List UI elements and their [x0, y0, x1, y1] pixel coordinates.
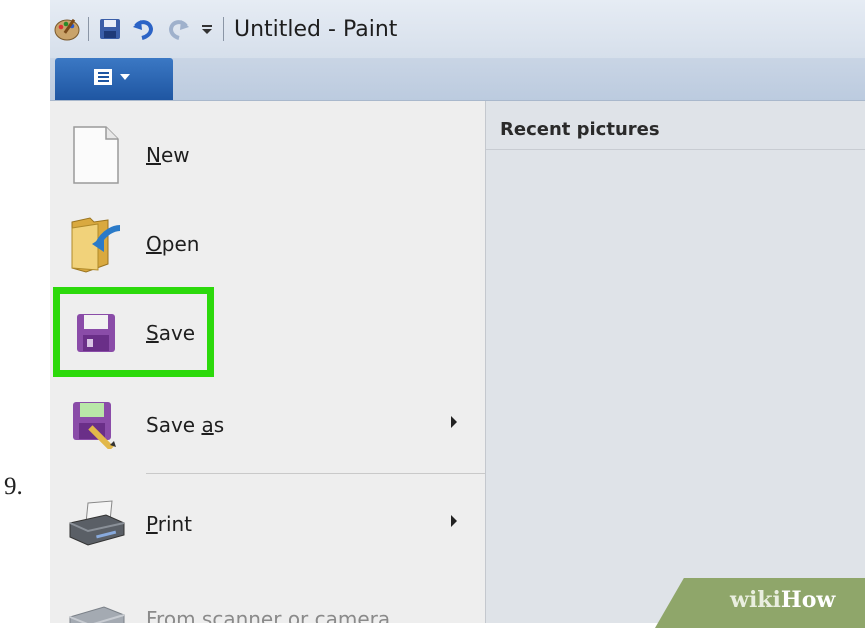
redo-icon[interactable]	[161, 12, 195, 46]
menu-item-label: Print	[146, 512, 193, 536]
ribbon-tab-strip	[50, 58, 865, 101]
recent-pictures-panel: Recent pictures	[486, 101, 865, 623]
printer-icon	[66, 494, 126, 554]
menu-item-open[interactable]: Open	[50, 204, 485, 284]
paint-window: Untitled - Paint New Open Save Save as P…	[50, 0, 865, 623]
recent-pictures-title: Recent pictures	[500, 119, 660, 140]
save-highlight-box	[53, 287, 214, 377]
title-bar: Untitled - Paint	[50, 0, 865, 58]
watermark-logo: wikiHow	[730, 587, 836, 613]
undo-icon[interactable]	[127, 12, 161, 46]
menu-item-label: From scanner or camera	[146, 607, 391, 623]
save-icon[interactable]	[93, 12, 127, 46]
quick-access-toolbar: Untitled - Paint	[50, 12, 397, 46]
submenu-arrow-icon	[451, 416, 457, 428]
menu-item-print[interactable]: Print	[50, 484, 485, 564]
recent-divider	[486, 149, 865, 150]
menu-item-new[interactable]: New	[50, 115, 485, 195]
save-as-icon	[66, 395, 126, 455]
scanner-icon	[66, 589, 126, 623]
window-title: Untitled - Paint	[234, 16, 398, 42]
menu-item-label: Save as	[146, 413, 225, 437]
toolbar-separator	[223, 17, 224, 41]
toolbar-separator	[88, 17, 89, 41]
app-menu-icon	[92, 67, 136, 92]
submenu-arrow-icon	[451, 515, 457, 527]
menu-item-label: New	[146, 143, 190, 167]
menu-item-label: Open	[146, 232, 200, 256]
menu-item-save-as[interactable]: Save as	[50, 385, 485, 465]
step-number: 9.	[4, 473, 23, 500]
open-folder-icon	[66, 214, 126, 274]
menu-separator	[146, 473, 485, 474]
menu-item-scanner: From scanner or camera	[50, 579, 485, 623]
new-file-icon	[66, 125, 126, 185]
file-menu: New Open Save Save as Print From scanner…	[50, 101, 486, 623]
customize-qat-icon[interactable]	[195, 12, 219, 46]
paint-palette-icon[interactable]	[50, 12, 84, 46]
app-menu-button[interactable]	[55, 58, 173, 100]
